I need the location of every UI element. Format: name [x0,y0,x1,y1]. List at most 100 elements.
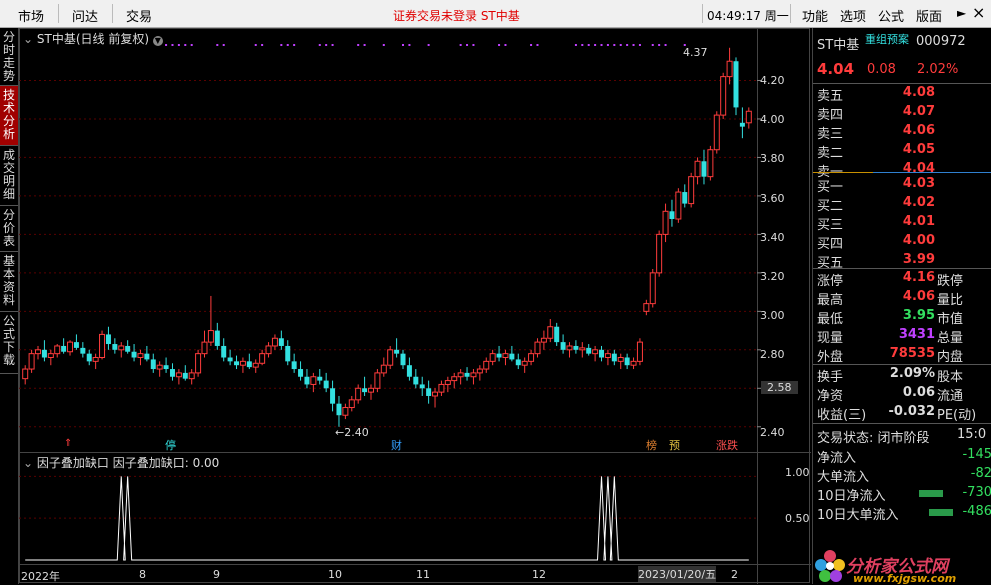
flow-value: -145 [962,447,991,462]
candle-body [579,347,586,351]
stat-label: 收益(三) [817,408,867,423]
date-label: 12 [532,568,546,581]
candle-body [630,360,637,366]
tab-price-table[interactable]: 分价表 [0,206,18,252]
bid-row: 买一 4.03 [817,176,991,195]
tab-intraday[interactable]: 分时走势 [0,28,18,86]
stat-row: 最低 3.95 市值 [817,308,991,327]
menu-ask[interactable]: 问达 [72,6,98,25]
candle-body [201,341,208,355]
login-notice: 证券交易未登录 ST中基 [393,9,520,23]
tab-technical-analysis[interactable]: 技术分析 [0,86,18,146]
date-label: 2022年 [21,570,60,583]
menu-function[interactable]: 功能 [802,6,828,25]
ask-label: 卖四 [817,108,844,123]
candle-body [387,349,394,366]
candle-body [112,344,118,350]
chevron-right-icon[interactable]: ► [957,6,966,20]
signal-dot [190,44,193,46]
candle-body [73,342,79,348]
stat-label: 总量 [937,331,964,346]
pre-marker[interactable]: 预 [669,437,680,453]
stat-label: 最低 [817,312,844,327]
watermark-logo: 分析家公式网 www.fxjgsw.com [813,548,991,585]
close-icon[interactable]: × [972,3,985,22]
chart-frame [19,28,810,583]
stat-label: 外盘 [817,350,844,365]
candle-body [234,361,240,366]
signal-dot [638,44,641,46]
signal-dot [382,44,385,46]
candle-body [688,176,695,205]
candle-body [438,383,445,393]
candle-body [444,380,451,385]
signal-dot [498,44,501,46]
rank-marker[interactable]: 榜 [646,437,657,453]
candle-body [604,353,611,359]
candle-body [457,372,464,378]
candle-body [599,349,605,358]
candle-body [694,160,701,178]
price-tick: 3.20 [760,270,785,283]
bid-price: 4.01 [902,214,935,229]
kline-chart[interactable] [19,28,811,584]
ask-label: 卖二 [817,146,844,161]
date-label: 2 [731,568,738,581]
signal-dot [427,44,430,46]
menu-divider [790,4,791,23]
menu-trade[interactable]: 交易 [126,6,152,25]
stat-row: 净资 0.06 流通 [817,385,991,404]
candle-body [156,364,163,370]
ask-price: 4.06 [902,123,935,138]
candle-body [54,345,61,355]
signal-dot [222,44,225,46]
stat-row: 换手 2.09% 股本 [817,366,991,385]
tab-formula-download[interactable]: 公式下载 [0,312,18,374]
kline-chart-area[interactable]: ⌄ ST中基(日线 前复权) ▼ ⌄ 因子叠加缺口 因子叠加缺口: 0.00 4… [19,28,811,584]
tab-basic-info[interactable]: 基本资料 [0,252,18,312]
ask-price: 4.08 [902,85,935,100]
candle-body [470,372,477,378]
signal-dot [165,44,168,46]
stat-label: 净资 [817,389,844,404]
signal-dot [574,44,577,46]
menu-formula[interactable]: 公式 [878,6,904,25]
reorg-tag[interactable]: 重组预案 [865,31,909,47]
date-label: 8 [139,568,146,581]
signal-dot [472,44,475,46]
signal-dot [587,44,590,46]
tab-trade-details[interactable]: 成交明细 [0,146,18,206]
low-label-value: 2.40 [344,426,369,439]
candle-body [144,353,150,360]
divider [813,172,873,173]
ask-row: 卖二 4.05 [817,142,991,161]
dropdown-icon[interactable]: ▼ [152,36,163,46]
stop-marker[interactable]: 停 [165,437,176,453]
candle-body [22,368,29,380]
event-marker-up-icon: ⇑ [64,438,73,449]
price-tick: 3.40 [760,231,785,244]
stat-row: 最高 4.06 量比 [817,289,991,308]
stat-label: 现量 [817,331,844,346]
chart-settings-icon[interactable]: ⌄ [23,32,33,46]
candle-body [528,353,535,362]
indicator-settings-icon[interactable]: ⌄ [23,456,33,470]
candle-body [649,272,656,305]
candle-body [515,359,521,366]
finance-marker[interactable]: 财 [391,437,402,453]
signal-dot [254,44,257,46]
stat-label: PE(动) [937,408,977,423]
candle-body [701,161,707,177]
menu-market[interactable]: 市场 [18,6,44,25]
divider [813,364,991,365]
stat-value: 4.16 [902,270,935,285]
divider [813,423,991,424]
date-label: 10 [328,568,342,581]
limit-marker[interactable]: 涨跌 [716,437,738,453]
menu-options[interactable]: 选项 [840,6,866,25]
high-label: 4.37 [683,46,708,59]
candle-body [336,403,342,416]
last-price: 4.04 [817,60,855,78]
indicator-title-text: 因子叠加缺口 因子叠加缺口: 0.00 [36,456,220,470]
menu-layout[interactable]: 版面 [916,6,942,25]
